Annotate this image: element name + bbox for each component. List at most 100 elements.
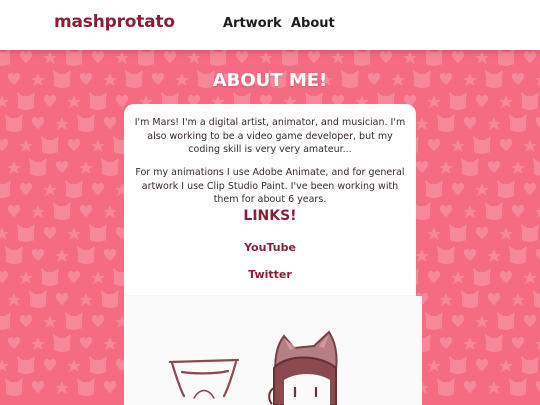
heart-icon [0, 139, 9, 151]
heart-icon [0, 271, 9, 283]
bio-paragraph: For my animations I use Adobe Animate, a… [135, 167, 405, 205]
star-icon [103, 205, 117, 218]
star-icon [0, 95, 9, 108]
cat-head-icon [77, 378, 95, 396]
cat-head-icon [449, 92, 467, 110]
cat-head-icon [137, 50, 155, 66]
star-icon [499, 227, 513, 240]
heart-icon [235, 51, 249, 63]
heart-icon [43, 95, 57, 107]
star-icon [523, 139, 537, 152]
heart-icon [475, 359, 489, 371]
heart-icon [31, 117, 45, 129]
heart-icon [439, 205, 453, 217]
star-icon [187, 51, 201, 64]
star-icon [0, 227, 9, 240]
star-icon [67, 227, 81, 240]
star-icon [31, 205, 45, 218]
cat-head-icon [0, 180, 11, 198]
star-icon [523, 271, 537, 284]
star-icon [7, 161, 21, 174]
heart-icon [307, 51, 321, 63]
heart-icon [427, 271, 441, 283]
youtube-link[interactable]: YouTube [124, 241, 416, 254]
cat-head-icon [41, 136, 59, 154]
cat-head-icon [485, 334, 503, 352]
star-icon [499, 95, 513, 108]
cat-head-icon [353, 50, 371, 66]
cat-head-icon [509, 378, 527, 396]
heart-icon [115, 95, 129, 107]
heart-icon [463, 249, 477, 261]
cat-head-icon [17, 356, 35, 374]
star-icon [415, 117, 429, 130]
heart-icon [379, 51, 393, 63]
heart-icon [463, 117, 477, 129]
star-icon [79, 161, 93, 174]
site-header: mashprotato Artwork About [0, 0, 540, 50]
cat-head-icon [89, 224, 107, 242]
site-logo[interactable]: mashprotato [54, 12, 175, 32]
star-icon [475, 51, 489, 64]
star-icon [31, 337, 45, 350]
star-icon [463, 205, 477, 218]
cat-head-icon [533, 158, 540, 176]
heart-icon [463, 381, 477, 393]
nav-link-artwork[interactable]: Artwork [223, 16, 282, 31]
star-icon [19, 139, 33, 152]
cat-head-icon [5, 378, 23, 396]
star-icon [499, 359, 513, 372]
heart-icon [163, 51, 177, 63]
cat-head-icon [53, 202, 71, 220]
star-icon [511, 161, 525, 174]
heart-icon [487, 161, 501, 173]
star-icon [439, 293, 453, 306]
star-icon [67, 359, 81, 372]
cat-head-icon [473, 136, 491, 154]
cat-head-icon [437, 378, 455, 396]
cat-head-icon [521, 92, 539, 110]
page-title: ABOUT ME! [212, 70, 328, 91]
star-icon [415, 249, 429, 262]
star-icon [439, 161, 453, 174]
cat-head-icon [77, 114, 95, 132]
heart-icon [451, 183, 465, 195]
cat-head-icon [65, 180, 83, 198]
twitter-link[interactable]: Twitter [124, 268, 416, 281]
star-icon [511, 293, 525, 306]
cat-head-icon [89, 92, 107, 110]
star-icon [427, 359, 441, 372]
cat-head-icon [425, 312, 443, 330]
star-icon [451, 271, 465, 284]
cat-head-icon [29, 290, 47, 308]
cat-head-icon [449, 224, 467, 242]
cat-head-icon [533, 290, 540, 308]
cat-head-icon [41, 268, 59, 286]
bio-paragraph: I'm Mars! I'm a digital artist, animator… [134, 117, 406, 155]
heart-icon [415, 161, 429, 173]
star-icon [487, 249, 501, 262]
cat-head-icon [509, 246, 527, 264]
heart-icon [499, 139, 513, 151]
heart-icon [439, 337, 453, 349]
cat-head-icon [485, 202, 503, 220]
heart-icon [499, 271, 513, 283]
star-icon [19, 271, 33, 284]
star-icon [403, 51, 417, 64]
heart-icon [55, 161, 69, 173]
nav-link-about[interactable]: About [291, 16, 335, 31]
cat-head-icon [461, 158, 479, 176]
star-icon [103, 337, 117, 350]
heart-icon [19, 315, 33, 327]
cat-head-icon [497, 50, 515, 66]
cat-head-icon [5, 246, 23, 264]
star-icon [55, 249, 69, 262]
heart-icon [103, 381, 117, 393]
star-icon [463, 337, 477, 350]
heart-icon [103, 249, 117, 261]
heart-icon [79, 205, 93, 217]
heart-icon [427, 139, 441, 151]
heart-icon [67, 271, 81, 283]
cat-head-icon [473, 268, 491, 286]
star-icon [331, 51, 345, 64]
